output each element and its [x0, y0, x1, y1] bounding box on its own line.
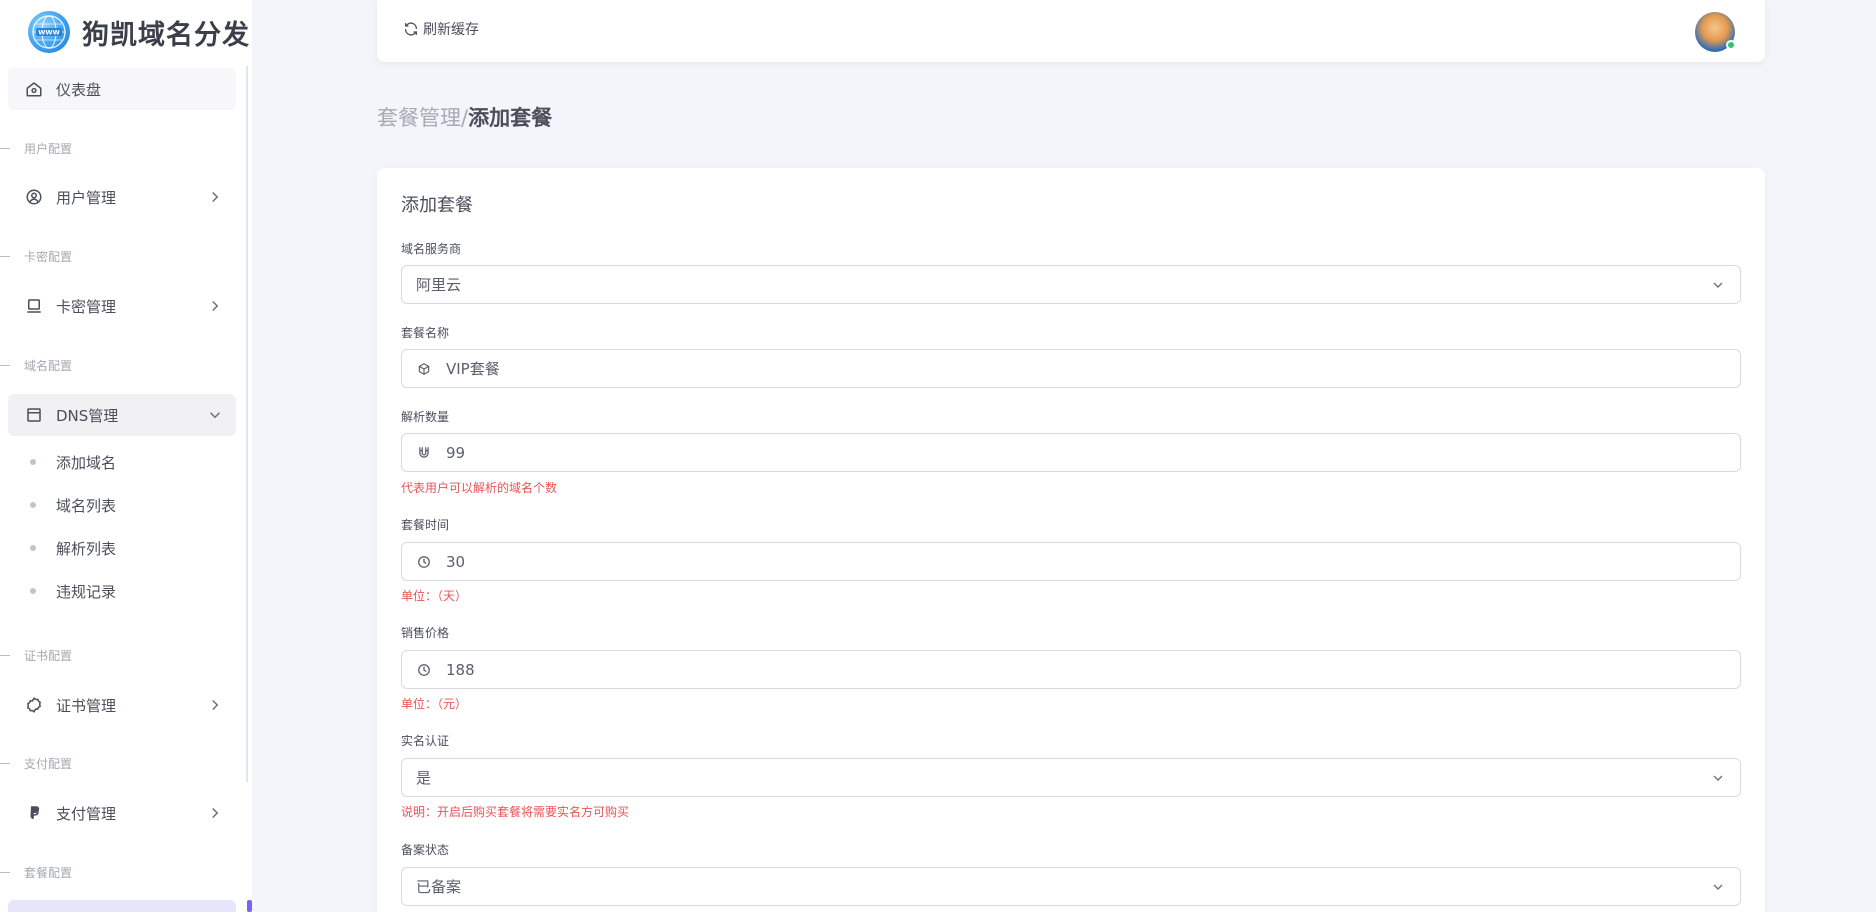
price-value: 188 [446, 660, 475, 679]
chevron-right-icon [212, 300, 219, 312]
quota-input[interactable]: 99 [401, 433, 1741, 472]
laptop-icon [24, 296, 44, 316]
sidebar-subitem-add-domain[interactable]: 添加域名 [24, 447, 116, 477]
certificate-badge-icon [24, 695, 44, 715]
home-icon [24, 79, 44, 99]
icp-status-label: 备案状态 [401, 843, 450, 857]
sidebar-scroll-thumb[interactable] [247, 900, 252, 912]
package-name-input[interactable]: VIP套餐 [401, 349, 1741, 388]
sidebar-item-label: 支付管理 [56, 804, 117, 823]
add-package-card: 添加套餐 域名服务商 阿里云 套餐名称 VIP套餐 解析数量 99 代表用户可以… [377, 168, 1765, 912]
browser-window-icon [24, 405, 44, 425]
sidebar-item-card-management[interactable]: 卡密管理 [8, 285, 236, 327]
refresh-icon [405, 22, 417, 36]
breadcrumb-parent[interactable]: 套餐管理/ [377, 102, 468, 132]
sidebar-item-label: 证书管理 [56, 696, 117, 715]
card-title: 添加套餐 [401, 195, 473, 216]
quota-value: 99 [446, 443, 466, 462]
breadcrumb: 套餐管理/ 添加套餐 [377, 102, 552, 132]
section-label-user: 用户配置 [0, 140, 72, 157]
topbar: 刷新缓存 [377, 0, 1765, 62]
svg-text:WWW: WWW [38, 29, 60, 37]
provider-select[interactable]: 阿里云 [401, 265, 1741, 304]
provider-value: 阿里云 [416, 276, 462, 294]
package-name-value: VIP套餐 [446, 360, 500, 378]
quota-label: 解析数量 [401, 410, 450, 424]
sidebar-subitem-record-list[interactable]: 解析列表 [24, 533, 116, 563]
icp-status-select[interactable]: 已备案 [401, 867, 1741, 906]
realname-value: 是 [416, 769, 432, 787]
chevron-down-icon [1713, 775, 1723, 781]
sidebar-item-label: 仪表盘 [56, 80, 102, 99]
sidebar-subitem-domain-list[interactable]: 域名列表 [24, 490, 116, 520]
sidebar: WWW 狗凯域名分发 仪表盘 用户配置 用户管理 卡密配置 卡密管理 域名配置 [0, 0, 252, 912]
magnet-icon [416, 445, 432, 461]
price-input[interactable]: 188 [401, 650, 1741, 689]
section-label-package: 套餐配置 [0, 864, 72, 881]
chevron-down-icon [209, 412, 221, 419]
bullet-icon [30, 545, 36, 551]
duration-label: 套餐时间 [401, 518, 450, 532]
chevron-right-icon [212, 699, 219, 711]
page-title: 添加套餐 [468, 106, 553, 130]
chevron-right-icon [212, 191, 219, 203]
bullet-icon [30, 502, 36, 508]
sidebar-item-package-management[interactable] [8, 900, 236, 912]
bullet-icon [30, 459, 36, 465]
avatar[interactable] [1695, 12, 1736, 52]
paypal-icon [24, 803, 44, 823]
price-hint: 单位：（元） [401, 697, 468, 711]
provider-label: 域名服务商 [401, 242, 462, 256]
sidebar-item-label: 卡密管理 [56, 297, 117, 316]
sidebar-item-user-management[interactable]: 用户管理 [8, 176, 236, 218]
sidebar-item-label: 用户管理 [56, 188, 117, 207]
section-label-domain: 域名配置 [0, 357, 72, 374]
sidebar-item-label: DNS管理 [56, 406, 119, 425]
refresh-label: 刷新缓存 [423, 22, 479, 38]
sidebar-item-cert-management[interactable]: 证书管理 [8, 684, 236, 726]
box-icon [416, 361, 432, 377]
user-circle-icon [24, 187, 44, 207]
price-label: 销售价格 [401, 626, 450, 640]
package-name-label: 套餐名称 [401, 326, 450, 340]
brand[interactable]: WWW 狗凯域名分发 [0, 0, 252, 64]
sidebar-item-payment-management[interactable]: 支付管理 [8, 792, 236, 834]
chevron-down-icon [1713, 884, 1723, 890]
clock-icon [416, 662, 432, 678]
quota-hint: 代表用户可以解析的域名个数 [401, 481, 558, 495]
realname-label: 实名认证 [401, 734, 450, 748]
chevron-right-icon [212, 807, 219, 819]
sidebar-scrollbar[interactable] [246, 66, 248, 782]
duration-value: 30 [446, 552, 466, 571]
section-label-card: 卡密配置 [0, 248, 72, 265]
realname-select[interactable]: 是 [401, 758, 1741, 797]
chevron-down-icon [1713, 282, 1723, 288]
globe-www-icon: WWW [28, 11, 70, 53]
brand-title: 狗凯域名分发 [82, 19, 250, 51]
clock-icon [416, 554, 432, 570]
section-label-cert: 证书配置 [0, 647, 72, 664]
sidebar-item-dns-management[interactable]: DNS管理 [8, 394, 236, 436]
realname-hint: 说明：开启后购买套餐将需要实名方可购买 [401, 805, 630, 819]
duration-input[interactable]: 30 [401, 542, 1741, 581]
duration-hint: 单位：（天） [401, 589, 468, 603]
refresh-cache-button[interactable]: 刷新缓存 [403, 19, 479, 39]
bullet-icon [30, 588, 36, 594]
online-status-dot [1726, 40, 1736, 50]
icp-status-value: 已备案 [416, 878, 462, 896]
sidebar-item-dashboard[interactable]: 仪表盘 [8, 68, 236, 110]
section-label-payment: 支付配置 [0, 755, 72, 772]
sidebar-subitem-violation-log[interactable]: 违规记录 [24, 576, 116, 606]
